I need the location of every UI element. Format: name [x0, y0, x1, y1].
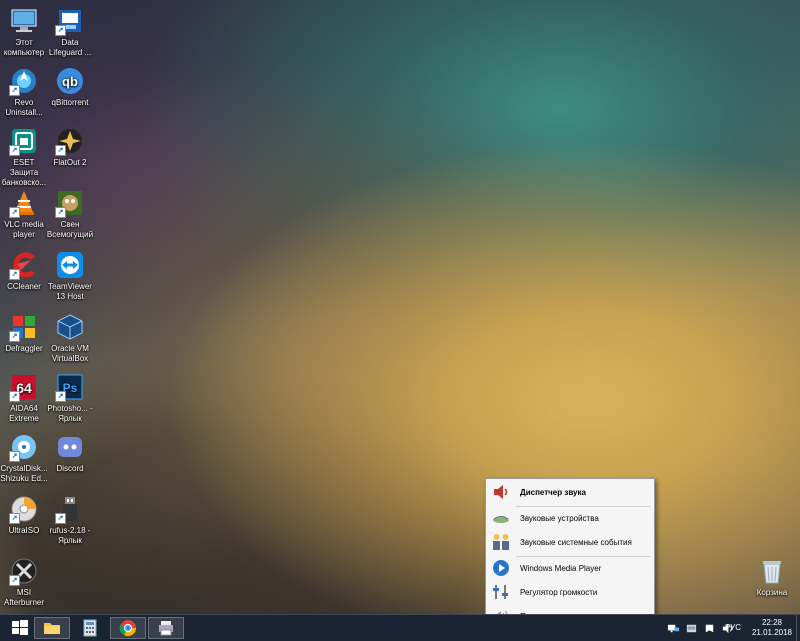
menu-item-volume-mixer[interactable]: Регулятор громкости	[488, 581, 652, 603]
clock-time: 22:28	[761, 618, 783, 627]
desktop-icon-crystaldisk[interactable]: ↗ CrystalDisk... Shizuku Ed...	[0, 432, 48, 484]
windows-logo-icon	[12, 620, 28, 635]
desktop-icon-data-lifeguard[interactable]: ↗ Data Lifeguard ...	[46, 6, 94, 58]
desktop-icon-msi-afterburner[interactable]: ↗ MSI Afterburner	[0, 556, 48, 608]
teamviewer-icon	[55, 250, 85, 280]
desktop-icon-eset[interactable]: ↗ ESET Защита банковско...	[0, 126, 48, 188]
sound-context-menu: Диспетчер звука Звуковые устройства Звук…	[485, 478, 655, 634]
menu-item-sound-manager[interactable]: Диспетчер звука	[488, 481, 652, 503]
speaker-icon	[488, 481, 514, 503]
printer-icon	[159, 621, 173, 636]
language-indicator[interactable]: РУС	[725, 623, 741, 632]
desktop-icon-ccleaner[interactable]: ↗ CCleaner	[0, 250, 48, 292]
menu-item-windows-media-player[interactable]: Windows Media Player	[488, 557, 652, 579]
menu-item-sound-devices[interactable]: Звуковые устройства	[488, 507, 652, 529]
ccleaner-icon: ↗	[9, 250, 39, 280]
photoshop-icon: Ps ↗	[55, 372, 85, 402]
desktop-icon-this-pc[interactable]: Этот компьютер	[0, 6, 48, 58]
sound-devices-icon	[488, 507, 514, 529]
network-icon[interactable]	[666, 621, 680, 635]
qbittorrent-icon: qb	[55, 66, 85, 96]
taskbar-calculator[interactable]	[72, 617, 108, 639]
sven-icon: ↗	[55, 188, 85, 218]
taskbar-file-explorer[interactable]	[34, 617, 70, 639]
desktop-icon-vlc[interactable]: ↗ VLC media player	[0, 188, 48, 240]
desktop-icon-ultraiso[interactable]: ↗ UltraISO	[0, 494, 48, 536]
rufus-icon: ↗	[55, 494, 85, 524]
desktop-icon-photoshop[interactable]: Ps ↗ Photosho... - Ярлык	[46, 372, 94, 424]
system-sounds-icon	[488, 531, 514, 553]
action-center-icon[interactable]	[702, 621, 716, 635]
taskbar-printer-app[interactable]	[148, 617, 184, 639]
recycle-bin-icon	[757, 556, 787, 586]
menu-item-system-sounds[interactable]: Звуковые системные события	[488, 531, 652, 553]
media-player-icon	[488, 557, 514, 579]
svg-text:qb: qb	[62, 74, 78, 89]
show-desktop-button[interactable]	[796, 615, 800, 641]
volume-mixer-icon	[488, 581, 514, 603]
afterburner-icon: ↗	[9, 556, 39, 586]
desktop-icon-aida64[interactable]: 64 ↗ AIDA64 Extreme	[0, 372, 48, 424]
desktop-icon-rufus[interactable]: ↗ rufus-2.18 - Ярлык	[46, 494, 94, 546]
data-lifeguard-icon: ↗	[55, 6, 85, 36]
ultraiso-icon: ↗	[9, 494, 39, 524]
desktop-icon-qbittorrent[interactable]: qb qBittorrent	[46, 66, 94, 108]
computer-icon	[9, 6, 39, 36]
crystaldisk-icon: ↗	[9, 432, 39, 462]
desktop-icon-recycle-bin[interactable]: Корзина	[748, 556, 796, 598]
start-button[interactable]	[2, 617, 38, 639]
desktop-icon-flatout2[interactable]: ↗ FlatOut 2	[46, 126, 94, 168]
desktop-icon-sven[interactable]: ↗ Свен Всемогущий	[46, 188, 94, 240]
tray-app-icon[interactable]	[684, 621, 698, 635]
virtualbox-icon	[55, 312, 85, 342]
desktop-icon-defraggler[interactable]: ↗ Defraggler	[0, 312, 48, 354]
taskbar: РУС 22:28 21.01.2018	[0, 614, 800, 641]
folder-icon	[44, 623, 60, 634]
revo-icon: ↗	[9, 66, 39, 96]
desktop-icon-teamviewer[interactable]: TeamViewer 13 Host	[46, 250, 94, 302]
taskbar-chrome[interactable]	[110, 617, 146, 639]
desktop-icon-virtualbox[interactable]: Oracle VM VirtualBox	[46, 312, 94, 364]
chrome-icon	[119, 620, 137, 637]
desktop: Этот компьютер ↗ Revo Uninstall... ↗ ESE…	[0, 0, 800, 614]
desktop-icon-revo-uninstaller[interactable]: ↗ Revo Uninstall...	[0, 66, 48, 118]
calculator-icon	[83, 619, 97, 637]
discord-icon	[55, 432, 85, 462]
clock-date: 21.01.2018	[751, 628, 793, 637]
flatout-icon: ↗	[55, 126, 85, 156]
clock[interactable]: 22:28 21.01.2018	[750, 618, 794, 638]
desktop-icon-discord[interactable]: Discord	[46, 432, 94, 474]
defraggler-icon: ↗	[9, 312, 39, 342]
aida64-icon: 64 ↗	[9, 372, 39, 402]
vlc-icon: ↗	[9, 188, 39, 218]
eset-icon: ↗	[9, 126, 39, 156]
